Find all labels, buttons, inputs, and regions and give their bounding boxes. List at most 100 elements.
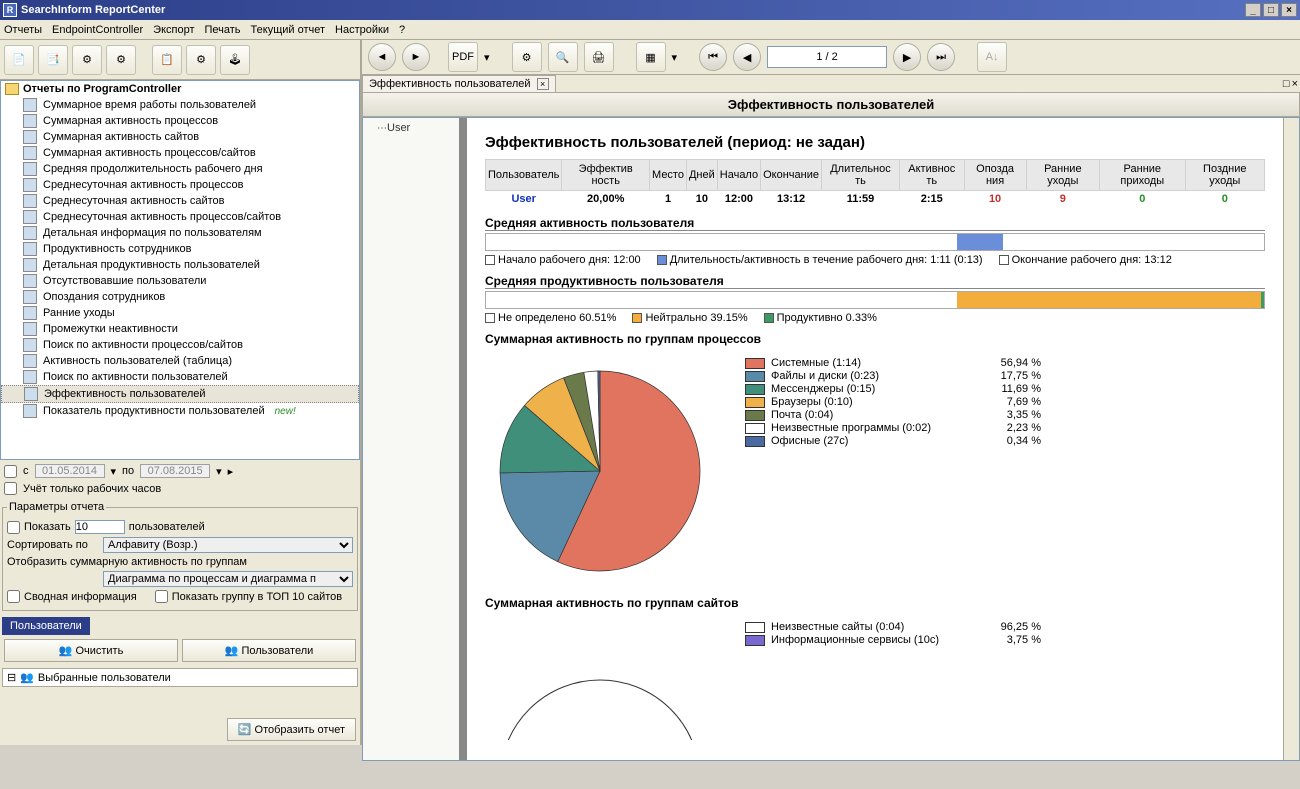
vertical-scrollbar[interactable] xyxy=(1283,118,1299,760)
close-button[interactable]: × xyxy=(1281,3,1297,17)
doc-tab-label: Эффективность пользователей xyxy=(369,78,531,90)
users-tab[interactable]: Пользователи xyxy=(2,617,90,635)
top10-checkbox[interactable] xyxy=(155,590,168,603)
menu-print[interactable]: Печать xyxy=(205,24,241,36)
date-row: с ▾ по ▾ ▸ xyxy=(0,460,360,482)
tree-root[interactable]: Отчеты по ProgramController xyxy=(1,81,359,97)
doc-close[interactable]: × xyxy=(1292,78,1298,90)
tool-5[interactable]: 📋 xyxy=(152,45,182,75)
tool-2[interactable]: 📑 xyxy=(38,45,68,75)
show-checkbox[interactable] xyxy=(7,521,20,534)
tool-sort[interactable]: A↓ xyxy=(977,42,1007,72)
app-icon: R xyxy=(3,3,17,17)
tree-item[interactable]: Ранние уходы xyxy=(1,305,359,321)
prod-bar xyxy=(485,291,1265,309)
report-params: Параметры отчета Показать пользователей … xyxy=(2,501,358,611)
menu-endpoint[interactable]: EndpointController xyxy=(52,24,143,36)
date-from-input[interactable] xyxy=(35,464,105,478)
process-pie-legend: Системные (1:14)56,94 %Файлы и диски (0:… xyxy=(745,356,1041,586)
tree-item[interactable]: Детальная продуктивность пользователей xyxy=(1,257,359,273)
nav-fwd[interactable]: ► xyxy=(402,43,430,71)
tree-item[interactable]: Суммарная активность процессов xyxy=(1,113,359,129)
menu-current[interactable]: Текущий отчет xyxy=(251,24,326,36)
tool-settings[interactable]: ⚙ xyxy=(512,42,542,72)
sort-select[interactable]: Алфавиту (Возр.) xyxy=(103,537,353,553)
viewer-toolbar: ◄ ► PDF▾ ⚙ 🔍 🖨 ▦▾ ⏮ ◀ ▶ ⏭ A↓ xyxy=(362,40,1300,75)
report-icon xyxy=(23,242,37,256)
top10-label: Показать группу в ТОП 10 сайтов xyxy=(172,591,342,603)
export-pdf[interactable]: PDF xyxy=(448,42,478,72)
group-label: Отобразить суммарную активность по групп… xyxy=(7,556,247,568)
group-select[interactable]: Диаграмма по процессам и диаграмма п xyxy=(103,571,353,587)
tree-item[interactable]: Активность пользователей (таблица) xyxy=(1,353,359,369)
clear-button[interactable]: 👥 Очистить xyxy=(4,639,178,662)
workhours-checkbox[interactable] xyxy=(4,482,17,495)
page-input[interactable] xyxy=(767,46,887,68)
tool-print[interactable]: 🖨 xyxy=(584,42,614,72)
menu-export[interactable]: Экспорт xyxy=(153,24,194,36)
menu-settings[interactable]: Настройки xyxy=(335,24,389,36)
app-title: SearchInform ReportCenter xyxy=(21,4,165,16)
cell-user: User xyxy=(486,191,562,208)
prod-heading: Средняя продуктивность пользователя xyxy=(485,274,1265,289)
tool-3[interactable]: ⚙ xyxy=(72,45,102,75)
tree-item[interactable]: Показатель продуктивности пользователейn… xyxy=(1,403,359,419)
tree-root-label: Отчеты по ProgramController xyxy=(23,83,181,95)
report-icon xyxy=(23,404,37,418)
menu-reports[interactable]: Отчеты xyxy=(4,24,42,36)
nav-back[interactable]: ◄ xyxy=(368,43,396,71)
show-n-input[interactable] xyxy=(75,520,125,534)
tool-1[interactable]: 📄 xyxy=(4,45,34,75)
tree-item[interactable]: Промежутки неактивности xyxy=(1,321,359,337)
selected-users[interactable]: ⊟ 👥 Выбранные пользователи xyxy=(2,668,358,687)
tree-item[interactable]: Среднесуточная активность процессов/сайт… xyxy=(1,209,359,225)
tree-item[interactable]: Среднесуточная активность процессов xyxy=(1,177,359,193)
maximize-button[interactable]: □ xyxy=(1263,3,1279,17)
users-button[interactable]: 👥 Пользователи xyxy=(182,639,356,662)
collapse-icon[interactable]: ⊟ xyxy=(7,671,16,684)
tree-item[interactable]: Средняя продолжительность рабочего дня xyxy=(1,161,359,177)
tree-item[interactable]: Поиск по активности пользователей xyxy=(1,369,359,385)
report-icon xyxy=(23,98,37,112)
tool-4[interactable]: ⚙ xyxy=(106,45,136,75)
tree-item[interactable]: Продуктивность сотрудников xyxy=(1,241,359,257)
summary-table: ПользовательЭффектив ностьМестоДнейНачал… xyxy=(485,159,1265,208)
params-legend: Параметры отчета xyxy=(7,501,106,513)
minimize-button[interactable]: _ xyxy=(1245,3,1261,17)
document-tab[interactable]: Эффективность пользователей × xyxy=(362,75,556,92)
date-to-input[interactable] xyxy=(140,464,210,478)
doc-max[interactable]: □ xyxy=(1283,78,1290,90)
report-heading: Эффективность пользователей (период: не … xyxy=(485,134,1265,151)
outline-node[interactable]: ⋯User xyxy=(367,122,455,134)
tool-search[interactable]: 🔍 xyxy=(548,42,578,72)
tab-close-icon[interactable]: × xyxy=(537,78,549,90)
doc-outline[interactable]: ⋯User xyxy=(363,118,461,760)
tree-item[interactable]: Суммарная активность сайтов xyxy=(1,129,359,145)
show-report-button[interactable]: 🔄 Отобразить отчет xyxy=(227,718,356,741)
titlebar: R SearchInform ReportCenter _ □ × xyxy=(0,0,1300,20)
tree-item[interactable]: Эффективность пользователей xyxy=(1,385,359,403)
summary-checkbox[interactable] xyxy=(7,590,20,603)
nav-prev[interactable]: ◀ xyxy=(733,43,761,71)
tree-item[interactable]: Среднесуточная активность сайтов xyxy=(1,193,359,209)
report-tree[interactable]: Отчеты по ProgramController Суммарное вр… xyxy=(0,80,360,460)
tree-item[interactable]: Опоздания сотрудников xyxy=(1,289,359,305)
menu-help[interactable]: ? xyxy=(399,24,405,36)
nav-last[interactable]: ⏭ xyxy=(927,43,955,71)
tool-6[interactable]: ⚙ xyxy=(186,45,216,75)
tree-item[interactable]: Поиск по активности процессов/сайтов xyxy=(1,337,359,353)
tree-item[interactable]: Детальная информация по пользователям xyxy=(1,225,359,241)
tool-grid[interactable]: ▦ xyxy=(636,42,666,72)
report-icon xyxy=(23,258,37,272)
tree-item[interactable]: Суммарное время работы пользователей xyxy=(1,97,359,113)
show-label: Показать xyxy=(24,521,71,533)
date-enable-checkbox[interactable] xyxy=(4,465,17,478)
nav-first[interactable]: ⏮ xyxy=(699,43,727,71)
tree-item[interactable]: Отсутствовавшие пользователи xyxy=(1,273,359,289)
report-icon xyxy=(23,322,37,336)
users-word: пользователей xyxy=(129,521,205,533)
nav-next[interactable]: ▶ xyxy=(893,43,921,71)
tool-7[interactable]: 🕹 xyxy=(220,45,250,75)
report-icon xyxy=(23,370,37,384)
tree-item[interactable]: Суммарная активность процессов/сайтов xyxy=(1,145,359,161)
